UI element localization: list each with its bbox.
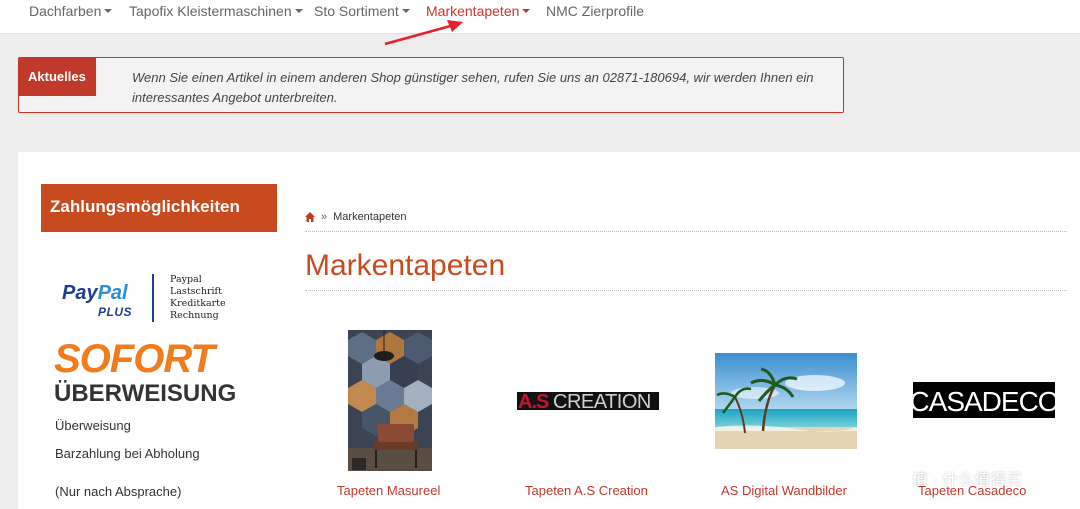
home-icon[interactable] — [305, 212, 315, 223]
paypal-divider — [152, 274, 154, 322]
caret-down-icon — [522, 9, 531, 14]
paypal-plus-text: PLUS — [98, 305, 133, 319]
breadcrumb: » Markentapeten — [305, 211, 407, 223]
payment-options-header: Zahlungsmöglichkeiten — [41, 184, 277, 232]
sofort-ueberweisung-logo: SOFORT ÜBERWEISUNG — [54, 337, 237, 407]
svg-text:A.S: A.S — [518, 392, 549, 410]
main-panel: Zahlungsmöglichkeiten PayPal PLUS Paypal… — [18, 152, 1080, 509]
casadeco-logo[interactable]: CASADECO — [913, 382, 1055, 418]
nav-item-dachfarben[interactable]: Dachfarben — [29, 3, 113, 19]
masureel-thumbnail[interactable] — [348, 330, 432, 471]
svg-text:CASADECO: CASADECO — [913, 386, 1055, 417]
paypal-wordmark: PayPal — [62, 282, 128, 304]
top-navigation: Dachfarben Tapofix Kleistermaschinen Sto… — [0, 0, 1080, 34]
news-label: Aktuelles — [19, 58, 96, 96]
caret-down-icon — [104, 9, 113, 14]
divider — [305, 290, 1067, 291]
divider — [305, 231, 1067, 232]
svg-text:CREATION: CREATION — [553, 392, 651, 410]
payment-line-note: (Nur nach Absprache) — [55, 484, 182, 499]
payment-line-barzahlung: Barzahlung bei Abholung — [55, 446, 200, 461]
nav-item-label: Tapofix Kleistermaschinen — [129, 3, 292, 19]
caret-down-icon — [401, 9, 410, 14]
page-title: Markentapeten — [305, 249, 506, 282]
breadcrumb-current: Markentapeten — [333, 211, 407, 223]
nav-item-label: NMC Zierprofile — [546, 3, 645, 19]
payment-line-ueberweisung: Überweisung — [55, 418, 131, 433]
as-creation-logo[interactable]: A.S CREATION — [517, 392, 659, 410]
category-link-as-creation[interactable]: Tapeten A.S Creation — [525, 483, 648, 498]
caret-down-icon — [294, 9, 303, 14]
paypal-plus-logo: PayPal PLUS Paypal Lastschrift Kreditkar… — [60, 272, 226, 324]
annotation-arrow-icon — [384, 20, 463, 46]
news-text: Wenn Sie einen Artikel in einem anderen … — [132, 70, 814, 105]
header-underline — [41, 230, 277, 232]
category-link-as-digital[interactable]: AS Digital Wandbilder — [721, 483, 847, 498]
breadcrumb-separator: » — [321, 211, 328, 223]
paypal-methods: Paypal Lastschrift Kreditkarte Rechnung — [170, 274, 226, 321]
nav-item-tapofix[interactable]: Tapofix Kleistermaschinen — [129, 3, 303, 19]
nav-item-label: Dachfarben — [29, 3, 102, 19]
news-banner: Aktuelles Wenn Sie einen Artikel in eine… — [18, 57, 844, 113]
beach-photo-thumbnail[interactable] — [715, 353, 857, 449]
nav-item-nmc-zierprofile[interactable]: NMC Zierprofile — [546, 3, 644, 19]
watermark: 值 · 什么值得买 — [912, 472, 1023, 489]
category-link-masureel[interactable]: Tapeten Masureel — [337, 483, 440, 498]
